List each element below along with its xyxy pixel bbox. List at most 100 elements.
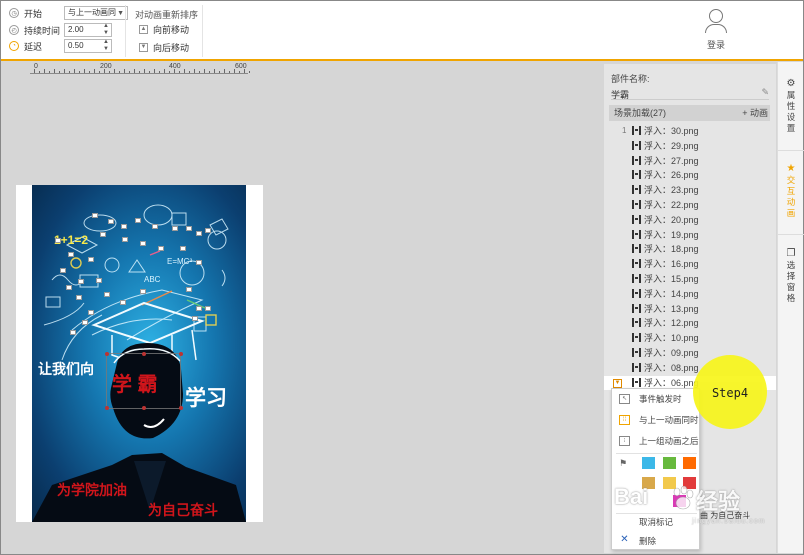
- animation-list-item[interactable]: 浮入：23.png: [604, 183, 776, 198]
- element-handle[interactable]: [96, 278, 102, 283]
- ruler-tick: [144, 69, 145, 73]
- element-handle[interactable]: [172, 226, 178, 231]
- resize-handle[interactable]: [179, 352, 183, 356]
- element-handle[interactable]: [196, 306, 202, 311]
- element-handle[interactable]: [88, 257, 94, 262]
- element-handle[interactable]: [158, 246, 164, 251]
- selection-box[interactable]: [105, 352, 183, 410]
- animation-list-item[interactable]: 浮入：27.png: [604, 154, 776, 169]
- element-handle[interactable]: [78, 279, 84, 284]
- menu-item-with-previous[interactable]: ⁞⁞ 与上一动画同时: [612, 410, 701, 430]
- animation-list-item[interactable]: 浮入：22.png: [604, 198, 776, 213]
- start-row: ◷ 开始 与上一动画同 ▼: [9, 5, 128, 21]
- tab-properties[interactable]: ⚙ 属性设置: [778, 78, 804, 134]
- animation-list-item[interactable]: 浮入：16.png: [604, 257, 776, 272]
- add-animation-button[interactable]: + 动画: [742, 105, 768, 121]
- color-swatch[interactable]: [663, 457, 676, 469]
- element-handle[interactable]: [196, 231, 202, 236]
- element-handle[interactable]: [76, 295, 82, 300]
- ruler-tick: [244, 69, 245, 73]
- tab-label-char: 格: [786, 293, 796, 303]
- element-handle[interactable]: [120, 300, 126, 305]
- element-handle[interactable]: [152, 224, 158, 229]
- element-handle[interactable]: [186, 287, 192, 292]
- animation-list-item[interactable]: 浮入：14.png: [604, 287, 776, 302]
- element-handle[interactable]: [68, 252, 74, 257]
- element-handle[interactable]: [122, 237, 128, 242]
- edit-pencil-icon[interactable]: ✎: [761, 87, 769, 98]
- resize-handle[interactable]: [105, 352, 109, 356]
- ruler-tick: [44, 69, 45, 73]
- resize-handle[interactable]: [142, 352, 146, 356]
- menu-item-event-trigger[interactable]: ↖ 事件触发时: [612, 389, 701, 409]
- element-handle[interactable]: [140, 241, 146, 246]
- element-handle[interactable]: [66, 285, 72, 290]
- animation-item-label: 浮入：22.png: [644, 199, 699, 210]
- resize-handle[interactable]: [142, 406, 146, 410]
- spinner-arrows-icon[interactable]: ▲ ▼: [103, 39, 109, 53]
- ruler-tick: [229, 71, 230, 73]
- menu-item-delete[interactable]: ✕ 删除: [612, 531, 701, 551]
- move-backward-button[interactable]: ▼ 向后移动: [139, 40, 189, 54]
- element-handle[interactable]: [186, 226, 192, 231]
- duration-stepper[interactable]: 2.00 ▲ ▼: [64, 23, 112, 37]
- spinner-arrows-icon[interactable]: ▲ ▼: [103, 23, 109, 37]
- animation-list-item[interactable]: 浮入：13.png: [604, 302, 776, 317]
- login-button[interactable]: 登录: [701, 9, 731, 51]
- menu-item-label: 上一组动画之后: [639, 436, 699, 446]
- resize-handle[interactable]: [105, 406, 109, 410]
- ruler-tick: [199, 71, 200, 73]
- element-handle[interactable]: [88, 310, 94, 315]
- element-handle[interactable]: [60, 268, 66, 273]
- animation-list-item[interactable]: 浮入：18.png: [604, 242, 776, 257]
- tab-label-char: 设: [786, 112, 796, 122]
- element-handle[interactable]: [92, 213, 98, 218]
- tab-select-window[interactable]: ❐ 选择窗格: [778, 248, 804, 304]
- color-swatch[interactable]: [642, 457, 655, 469]
- color-swatch[interactable]: [683, 457, 696, 469]
- element-handle[interactable]: [192, 316, 198, 321]
- animation-list-item[interactable]: 浮入：19.png: [604, 228, 776, 243]
- tab-divider: [778, 150, 804, 151]
- element-handle[interactable]: [135, 218, 141, 223]
- element-handle[interactable]: [205, 228, 211, 233]
- animation-list-item[interactable]: 浮入：12.png: [604, 316, 776, 331]
- delay-label: 延迟: [24, 41, 43, 52]
- element-handle[interactable]: [70, 330, 76, 335]
- element-handle[interactable]: [140, 289, 146, 294]
- animation-list-item[interactable]: 浮入：15.png: [604, 272, 776, 287]
- animation-list-item[interactable]: 浮入：09.png: [604, 346, 776, 361]
- element-handle[interactable]: [82, 320, 88, 325]
- tab-interactive-animation[interactable]: ★ 交互动画: [778, 163, 804, 219]
- animation-list-item[interactable]: 1 浮入：30.png: [604, 124, 776, 139]
- animation-list-item[interactable]: 浮入：29.png: [604, 139, 776, 154]
- delay-stepper[interactable]: 0.50 ▲ ▼: [64, 39, 112, 53]
- element-handle[interactable]: [180, 246, 186, 251]
- ruler-tick: [249, 71, 250, 73]
- ruler-tick: [79, 71, 80, 73]
- element-handle[interactable]: [121, 224, 127, 229]
- element-handle[interactable]: [205, 306, 211, 311]
- component-name-field[interactable]: 学霸 ✎: [611, 87, 769, 100]
- animation-list-item[interactable]: 浮入：20.png: [604, 213, 776, 228]
- float-in-icon: [632, 377, 641, 387]
- step-callout: Step4: [693, 355, 767, 429]
- delay-icon: ◔: [9, 41, 19, 51]
- animation-list-item[interactable]: 浮入：26.png: [604, 168, 776, 183]
- element-handle[interactable]: [55, 238, 61, 243]
- float-in-icon: [632, 155, 641, 165]
- arrow-up-icon: ▲: [139, 24, 148, 34]
- move-forward-button[interactable]: ▲ 向前移动: [139, 22, 189, 36]
- menu-item-after-previous[interactable]: ⁝ 上一组动画之后: [612, 431, 701, 451]
- animation-list-item[interactable]: 浮入：10.png: [604, 331, 776, 346]
- ruler-tick: [89, 71, 90, 73]
- element-handle[interactable]: [196, 260, 202, 265]
- element-handle[interactable]: [100, 232, 106, 237]
- trigger-dropdown-icon[interactable]: ▼: [613, 378, 622, 388]
- start-select[interactable]: 与上一动画同 ▼: [64, 6, 128, 20]
- animation-item-label: 浮入：20.png: [644, 214, 699, 225]
- float-in-icon: [632, 185, 641, 195]
- resize-handle[interactable]: [179, 406, 183, 410]
- element-handle[interactable]: [108, 219, 114, 224]
- element-handle[interactable]: [104, 292, 110, 297]
